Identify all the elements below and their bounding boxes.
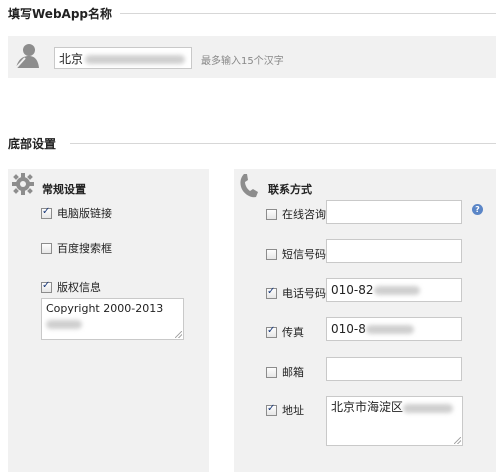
webapp-name-section-title: 填写WebApp名称 <box>8 5 121 22</box>
webapp-name-input-value: 北京 <box>59 52 84 66</box>
desktop-link-checkbox[interactable] <box>41 206 52 219</box>
phone-checkbox[interactable] <box>266 286 277 299</box>
contact-row-address[interactable]: 地址 <box>266 402 304 418</box>
copyright-text: Copyright 2000-2013 <box>46 302 164 315</box>
general-settings-panel: 常规设置 电脑版链接 百度搜索框 版权信息 Copyright 2000-201… <box>8 169 209 472</box>
sms-input[interactable] <box>326 239 462 263</box>
section-divider <box>70 143 496 144</box>
address-checkbox[interactable] <box>266 403 277 416</box>
user-silhouette-icon <box>13 41 41 71</box>
help-icon[interactable]: ? <box>472 204 483 215</box>
option-copyright[interactable]: 版权信息 <box>41 279 101 295</box>
copyright-textarea[interactable]: Copyright 2000-2013 <box>41 298 184 340</box>
contact-label: 邮箱 <box>282 366 304 379</box>
contact-row-phone[interactable]: 电话号码 <box>266 285 326 301</box>
blurred-text <box>403 403 454 413</box>
contact-label: 地址 <box>282 404 304 417</box>
contact-label: 传真 <box>282 326 304 339</box>
webapp-name-input[interactable]: 北京 <box>54 47 192 69</box>
contact-row-fax[interactable]: 传真 <box>266 324 304 340</box>
gear-icon <box>10 171 38 199</box>
option-label: 电脑版链接 <box>57 207 112 220</box>
email-checkbox[interactable] <box>266 366 277 378</box>
copyright-checkbox[interactable] <box>41 280 52 293</box>
webapp-name-hint: 最多输入15个汉字 <box>201 56 284 67</box>
field-value: 010-82 <box>331 283 374 297</box>
fax-input[interactable]: 010-8 <box>326 317 462 341</box>
contact-row-email[interactable]: 邮箱 <box>266 364 304 380</box>
section-divider <box>108 13 496 14</box>
fax-checkbox[interactable] <box>266 325 277 338</box>
option-label: 版权信息 <box>57 281 101 294</box>
contact-label: 电话号码 <box>282 287 326 300</box>
contact-title: 联系方式 <box>268 183 312 196</box>
contact-row-sms[interactable]: 短信号码 <box>266 246 326 262</box>
footer-settings-section-title: 底部设置 <box>8 135 65 152</box>
contact-label: 短信号码 <box>282 248 326 261</box>
blurred-text <box>85 55 186 64</box>
option-label: 百度搜索框 <box>57 242 112 255</box>
field-value: 010-8 <box>331 322 366 336</box>
online-consult-input[interactable] <box>326 200 462 224</box>
phone-handset-icon <box>236 171 264 199</box>
sms-checkbox[interactable] <box>266 248 277 260</box>
blurred-text <box>373 286 420 295</box>
online-consult-checkbox[interactable] <box>266 208 277 220</box>
contact-row-online[interactable]: 在线咨询 <box>266 206 326 222</box>
webapp-name-panel: 北京 最多输入15个汉字 <box>8 36 496 78</box>
option-baidu-search[interactable]: 百度搜索框 <box>41 240 112 256</box>
address-textarea[interactable]: 北京市海淀区 <box>326 396 463 446</box>
phone-input[interactable]: 010-82 <box>326 278 462 302</box>
field-value: 北京市海淀区 <box>331 400 404 414</box>
resize-handle[interactable] <box>175 331 182 338</box>
email-input[interactable] <box>326 357 462 381</box>
blurred-text <box>46 320 82 329</box>
contact-panel: 联系方式 在线咨询 ? 短信号码 电话号码 010-82 传真 010-8 邮箱… <box>234 169 496 472</box>
baidu-search-checkbox[interactable] <box>41 242 52 254</box>
resize-handle[interactable] <box>454 437 461 444</box>
general-settings-title: 常规设置 <box>42 183 86 196</box>
contact-label: 在线咨询 <box>282 208 326 221</box>
blurred-text <box>365 325 414 334</box>
option-desktop-link[interactable]: 电脑版链接 <box>41 205 112 221</box>
